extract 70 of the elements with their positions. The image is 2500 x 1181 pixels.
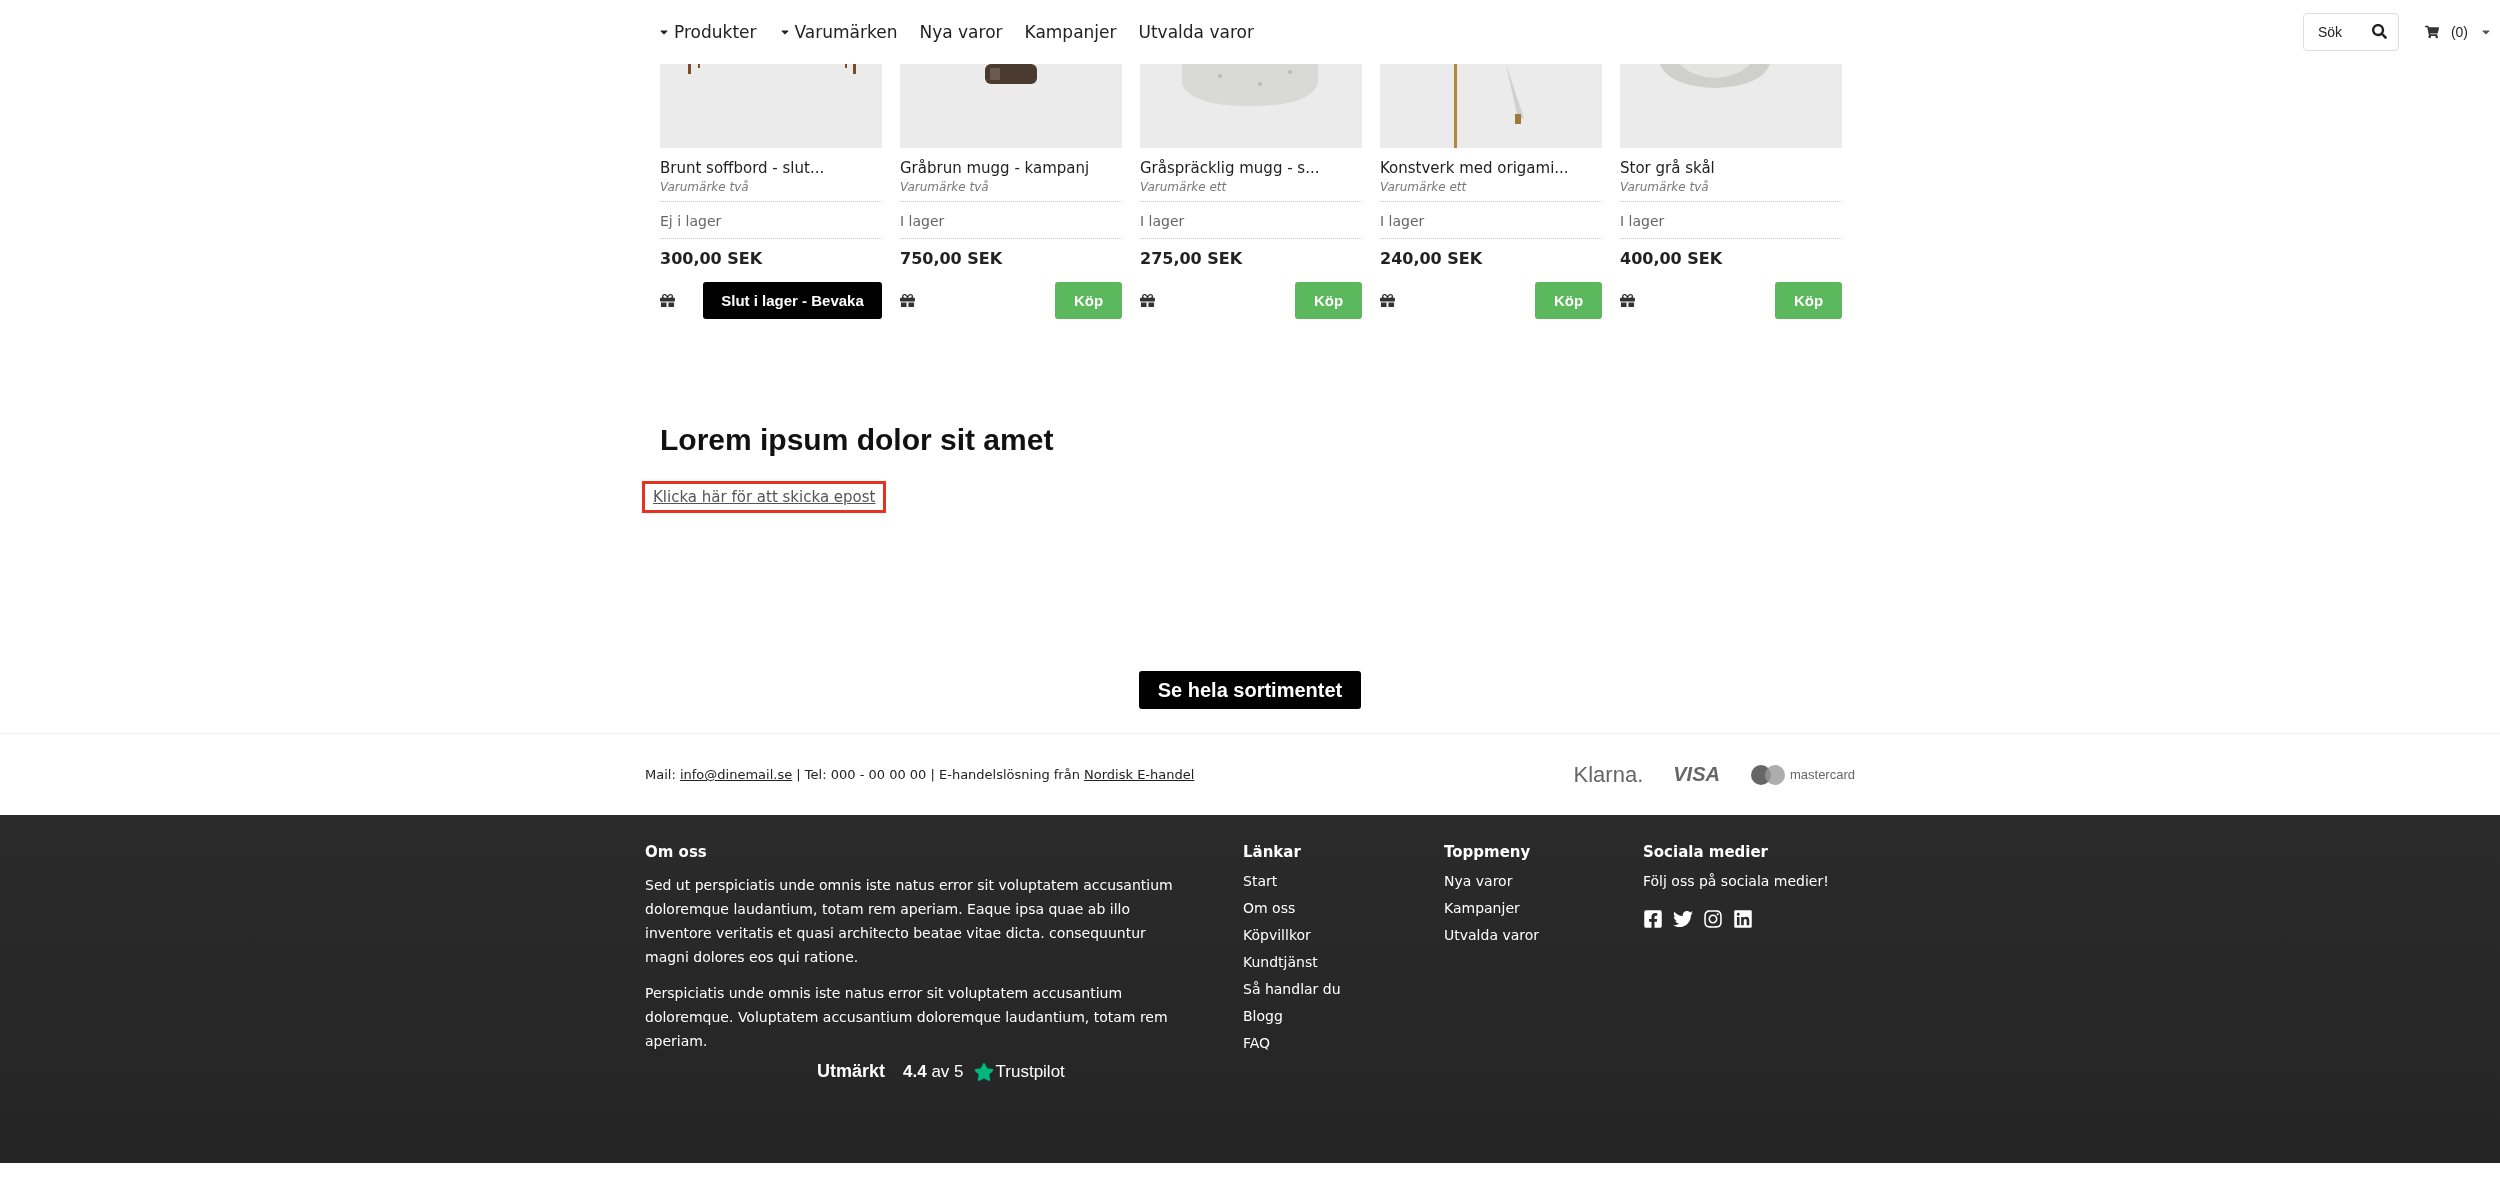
search-field[interactable]: Sök [2302, 13, 2399, 51]
gift-icon[interactable] [1620, 293, 1635, 308]
footer-heading: Om oss [645, 843, 708, 861]
footer-heading: Sociala medier [1643, 843, 1769, 861]
stock-status: I lager [1380, 202, 1602, 239]
nav-link[interactable]: Nya varor [919, 22, 1003, 42]
footer-link[interactable]: Start [1243, 873, 1444, 889]
email-link[interactable]: Klicka här för att skicka epost [642, 481, 887, 513]
notify-button[interactable]: Slut i lager - Bevaka [703, 282, 882, 319]
linkedin-icon[interactable] [1733, 909, 1753, 929]
about-text: Sed ut perspiciatis unde omnis iste natus error sit voluptatem accusantium doloremque laudantium, totam rem aperiam. Eaque ipsa quae ab illo inventore veritatis et quasi architecto beatae vitae dicta. consequuntur magni dolores eos qui ratione. [645, 876, 1174, 967]
footer-link[interactable]: Kundtjänst [1243, 954, 1444, 970]
product-price: 750,00 SEK [900, 249, 1004, 268]
star-icon [973, 1061, 994, 1082]
payment-logo: Klarna. [1573, 761, 1644, 788]
cart-icon[interactable] [2424, 25, 2439, 39]
product-price: 300,00 SEK [660, 249, 764, 268]
product-price: 400,00 SEK [1620, 249, 1724, 268]
footer-link[interactable]: Om oss [1243, 900, 1444, 916]
nav-link[interactable]: Kampanjer [1024, 22, 1117, 42]
stock-status: I lager [1140, 202, 1362, 239]
gift-icon[interactable] [1140, 293, 1155, 308]
stock-status: I lager [900, 202, 1122, 239]
footer-link[interactable]: Utvalda varor [1444, 927, 1643, 943]
about-text: Perspiciatis unde omnis iste natus error sit voluptatem accusantium doloremque. Voluptatem accusantium doloremque laudantium, totam rem aperiam. [645, 984, 1169, 1051]
trust-rating: Utmärkt [817, 1061, 886, 1082]
footer-link[interactable]: Köpvillkor [1243, 927, 1444, 943]
product-price: 240,00 SEK [1380, 249, 1484, 268]
payment-logo: VISA [1673, 763, 1720, 786]
product-brand: Varumärke två [660, 180, 882, 202]
stock-status: I lager [1620, 202, 1842, 239]
view-all-button[interactable]: Se hela sortimentet [1139, 671, 1361, 709]
product-brand: Varumärke två [900, 180, 1122, 202]
social-text: Följ oss på sociala medier! [1643, 873, 1830, 889]
product-brand: Varumärke ett [1380, 180, 1602, 202]
product-price: 275,00 SEK [1140, 249, 1244, 268]
product-brand: Varumärke två [1620, 180, 1842, 202]
vendor-link[interactable]: Nordisk E-handel [1084, 767, 1195, 782]
email-link[interactable]: info@dinemail.se [679, 767, 793, 782]
nav-link[interactable]: Varumärken [778, 22, 898, 42]
cart-count[interactable]: (0) [2450, 24, 2468, 40]
product-title[interactable]: Konstverk med origami... [1380, 159, 1602, 177]
search-icon[interactable] [2371, 24, 2387, 39]
twitter-icon[interactable] [1673, 909, 1693, 929]
footer-link[interactable]: Kampanjer [1444, 900, 1643, 916]
circles-icon [1749, 763, 1786, 786]
product-brand: Varumärke ett [1140, 180, 1362, 202]
gift-icon[interactable] [660, 293, 675, 308]
stock-status: Ej i lager [660, 202, 882, 239]
footer-link[interactable]: Blogg [1243, 1008, 1444, 1024]
product-title[interactable]: Gråspräcklig mugg - s... [1140, 159, 1362, 177]
product-title[interactable]: Gråbrun mugg - kampanj [900, 159, 1122, 177]
product-title[interactable]: Stor grå skål [1620, 159, 1842, 177]
contact-info: Mail: info@dinemail.se | Tel: 000 - 00 00 00 | E-handelslösning från Nordisk E-handel [645, 767, 1195, 782]
footer-heading: Länkar [1243, 843, 1302, 861]
nav-link[interactable]: Utvalda varor [1138, 22, 1254, 42]
trust-brand[interactable]: Trustpilot [995, 1061, 1065, 1082]
facebook-icon[interactable] [1643, 909, 1663, 929]
nav-link[interactable]: Produkter [658, 22, 757, 42]
gift-icon[interactable] [900, 293, 915, 308]
footer-link[interactable]: Så handlar du [1243, 981, 1444, 997]
trust-score: 4.4 av 5 [903, 1061, 964, 1082]
gift-icon[interactable] [1380, 293, 1395, 308]
product-title[interactable]: Brunt soffbord - slut... [660, 159, 882, 177]
footer-link[interactable]: FAQ [1243, 1035, 1444, 1051]
payment-logo: mastercard [1789, 767, 1855, 782]
footer-heading: Toppmeny [1444, 843, 1532, 861]
section-heading: Lorem ipsum dolor sit amet [660, 423, 1055, 457]
instagram-icon[interactable] [1703, 909, 1723, 929]
footer-link[interactable]: Nya varor [1444, 873, 1643, 889]
